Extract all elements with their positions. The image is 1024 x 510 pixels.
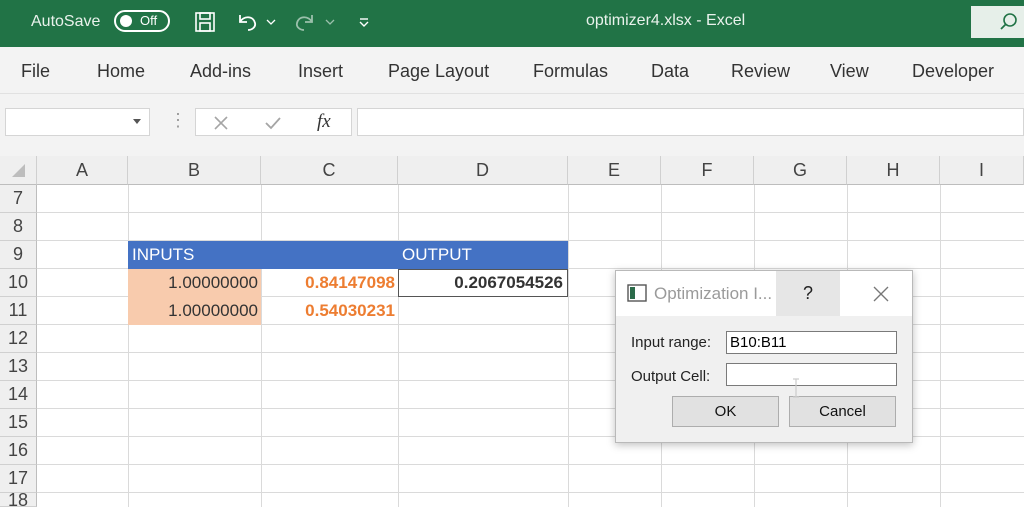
close-button[interactable]: [856, 271, 906, 316]
column-header-i[interactable]: I: [940, 156, 1024, 185]
row-header-8[interactable]: 8: [0, 213, 37, 241]
column-header-d[interactable]: D: [398, 156, 568, 185]
row-header-16[interactable]: 16: [0, 437, 37, 465]
autosave-toggle[interactable]: Off: [114, 10, 170, 32]
row-header-9[interactable]: 9: [0, 241, 37, 269]
cancel-button[interactable]: Cancel: [789, 396, 896, 427]
row-header-11[interactable]: 11: [0, 297, 37, 325]
document-title: optimizer4.xlsx - Excel: [586, 12, 746, 29]
row-header-17[interactable]: 17: [0, 465, 37, 493]
close-icon: [873, 286, 889, 301]
tab-view[interactable]: View: [830, 61, 869, 82]
ribbon-tabs: File Home Add-ins Insert Page Layout For…: [0, 47, 1024, 94]
gridline: [37, 212, 1024, 213]
help-button[interactable]: ?: [776, 271, 840, 316]
input-range-field[interactable]: B10:B11: [726, 331, 897, 354]
tab-data[interactable]: Data: [651, 61, 689, 82]
column-header-c[interactable]: C: [261, 156, 398, 185]
cell-c11[interactable]: 0.54030231: [261, 297, 398, 325]
input-range-label: Input range:: [631, 334, 712, 351]
tab-insert[interactable]: Insert: [298, 61, 343, 82]
gridline: [261, 185, 262, 507]
autosave-state: Off: [140, 13, 158, 28]
row-header-15[interactable]: 15: [0, 409, 37, 437]
tab-developer[interactable]: Developer: [912, 61, 994, 82]
tab-home[interactable]: Home: [97, 61, 145, 82]
save-icon[interactable]: [192, 9, 218, 35]
undo-dropdown-icon[interactable]: [264, 9, 278, 35]
insert-function-icon[interactable]: fx: [317, 111, 331, 133]
column-header-h[interactable]: H: [847, 156, 940, 185]
optimization-dialog: Optimization I... ? Input range: B10:B11…: [615, 270, 913, 443]
cell-d10[interactable]: 0.2067054526: [398, 269, 568, 297]
column-header-f[interactable]: F: [661, 156, 754, 185]
row-header-14[interactable]: 14: [0, 381, 37, 409]
formula-bar-buttons: fx: [195, 108, 352, 136]
row-header-7[interactable]: 7: [0, 185, 37, 213]
app-window-icon: [627, 284, 647, 307]
row-header-13[interactable]: 13: [0, 353, 37, 381]
redo-icon[interactable]: [292, 9, 318, 35]
gridline: [940, 185, 941, 507]
cell-c10[interactable]: 0.84147098: [261, 269, 398, 297]
row-header-18[interactable]: 18: [0, 491, 37, 509]
dialog-title: Optimization I...: [654, 284, 773, 303]
output-cell-field[interactable]: [726, 363, 897, 386]
column-header-a[interactable]: A: [37, 156, 128, 185]
redo-dropdown-icon[interactable]: [323, 9, 337, 35]
cell-b10[interactable]: 1.00000000: [128, 269, 261, 297]
tab-formulas[interactable]: Formulas: [533, 61, 608, 82]
customize-quick-access-icon[interactable]: [355, 9, 373, 35]
tab-review[interactable]: Review: [731, 61, 790, 82]
undo-icon[interactable]: [234, 9, 260, 35]
gridline: [568, 185, 569, 507]
column-header-b[interactable]: B: [128, 156, 261, 185]
autosave-label: AutoSave: [31, 13, 101, 30]
gridline: [37, 492, 1024, 493]
ok-button[interactable]: OK: [672, 396, 779, 427]
formula-bar-grip-icon[interactable]: ⋮: [169, 110, 187, 131]
cell-b11[interactable]: 1.00000000: [128, 297, 261, 325]
row-header-10[interactable]: 10: [0, 269, 37, 297]
search-icon: [998, 11, 1020, 38]
output-cell-label: Output Cell:: [631, 368, 711, 385]
tab-file[interactable]: File: [21, 61, 50, 82]
select-all-corner[interactable]: [0, 156, 37, 185]
gridline: [398, 185, 399, 507]
formula-bar: ⋮ fx: [0, 94, 1024, 156]
search-box[interactable]: [971, 6, 1024, 38]
inputs-header-cell[interactable]: INPUTS: [128, 241, 398, 269]
row-header-12[interactable]: 12: [0, 325, 37, 353]
cancel-entry-icon[interactable]: [213, 115, 229, 136]
gridline: [37, 464, 1024, 465]
title-bar: AutoSave Off optimizer4.xlsx - Excel: [0, 0, 1024, 47]
gridline: [128, 185, 129, 507]
chevron-down-icon[interactable]: [133, 119, 141, 124]
tab-page-layout[interactable]: Page Layout: [388, 61, 489, 82]
tab-add-ins[interactable]: Add-ins: [190, 61, 251, 82]
toggle-knob: [120, 15, 132, 27]
confirm-entry-icon[interactable]: [264, 115, 282, 136]
dialog-titlebar[interactable]: Optimization I... ?: [616, 271, 912, 316]
name-box[interactable]: [5, 108, 150, 136]
text-cursor-icon: [792, 377, 800, 404]
output-header-cell[interactable]: OUTPUT: [398, 241, 568, 269]
formula-input[interactable]: [357, 108, 1024, 136]
column-header-e[interactable]: E: [568, 156, 661, 185]
column-header-g[interactable]: G: [754, 156, 847, 185]
